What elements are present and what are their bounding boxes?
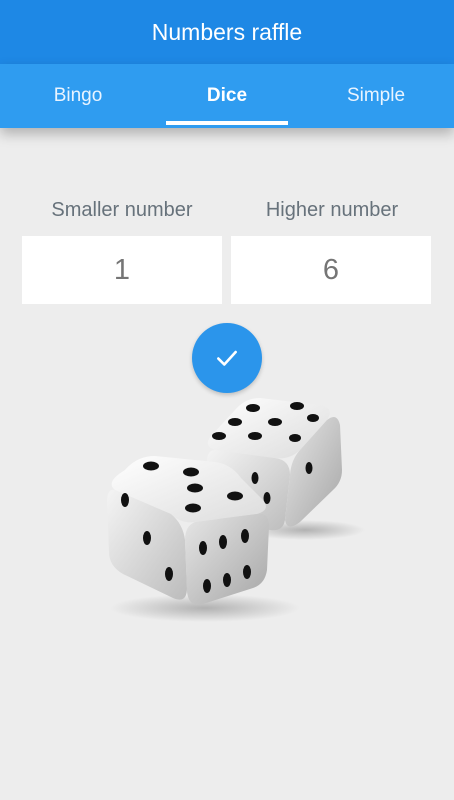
higher-number-input[interactable]	[231, 236, 431, 304]
app-title: Numbers raffle	[151, 18, 303, 45]
tab-simple[interactable]: Simple	[298, 64, 454, 128]
tab-bingo-label: Bingo	[53, 85, 103, 106]
check-icon	[217, 350, 237, 366]
confirm-button[interactable]	[192, 323, 262, 393]
app-bar: Numbers raffle	[0, 0, 454, 64]
tab-dice[interactable]: Dice	[150, 64, 304, 128]
smaller-number-input[interactable]	[22, 236, 222, 304]
higher-number-label: Higher number	[265, 199, 399, 221]
dice-icon	[107, 398, 365, 622]
selected-tab-indicator	[166, 121, 288, 125]
tab-bar: Bingo Dice Simple	[0, 64, 454, 128]
tab-dice-label: Dice	[206, 85, 248, 106]
tab-bingo[interactable]: Bingo	[0, 64, 156, 128]
tab-simple-label: Simple	[346, 85, 406, 106]
smaller-number-label: Smaller number	[51, 199, 193, 221]
